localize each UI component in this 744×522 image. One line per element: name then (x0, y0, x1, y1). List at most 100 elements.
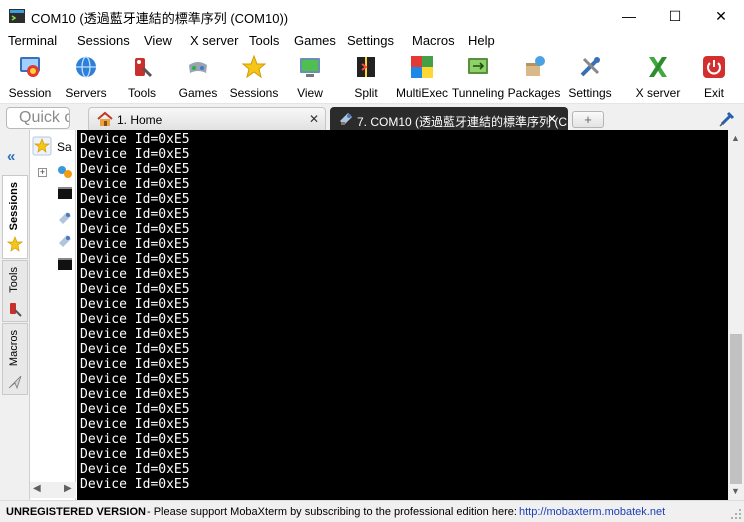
tools-icon (10, 303, 22, 317)
tree-item-user-sessions[interactable]: + (30, 163, 76, 183)
scroll-left-arrow-icon[interactable]: ◀ (33, 483, 41, 494)
serial-icon (340, 113, 352, 125)
tree-expand-toggle[interactable]: + (38, 168, 47, 177)
close-window-button[interactable]: ✕ (698, 0, 744, 32)
tools-button[interactable]: Tools (120, 52, 164, 100)
split-button[interactable]: Split (344, 52, 388, 100)
multiexec-button[interactable]: MultiExec (396, 52, 448, 100)
x-server-button[interactable]: X server (632, 52, 684, 100)
terminal-session-icon (58, 187, 72, 199)
terminal-line: Device Id=0xE5 (80, 342, 190, 357)
tab-com10-close-button[interactable]: ✕ (547, 112, 557, 126)
scroll-down-arrow-icon[interactable]: ▼ (731, 486, 740, 496)
tab-home[interactable]: 1. Home ✕ (88, 107, 326, 130)
terminal-line: Device Id=0xE5 (80, 192, 190, 207)
saved-sessions-star-icon (32, 136, 52, 156)
menu-macros[interactable]: Macros (412, 33, 455, 48)
exit-icon (703, 56, 725, 78)
tab-bar: Quick c 1. Home ✕ 7. COM10 (透過藍牙連結的標準序列 … (0, 104, 744, 130)
menu-sessions[interactable]: Sessions (77, 33, 130, 48)
terminal-line: Device Id=0xE5 (80, 207, 190, 222)
sidebar-horizontal-scrollbar[interactable]: ◀ ▶ (30, 482, 76, 498)
side-tab-strip: « Sessions Tools Macros (0, 130, 30, 500)
scrollbar-thumb[interactable] (730, 334, 742, 484)
servers-button[interactable]: Servers (64, 52, 108, 100)
menu-x-server[interactable]: X server (190, 33, 238, 48)
terminal-line: Device Id=0xE5 (80, 252, 190, 267)
mobatek-link[interactable]: http://mobaxterm.mobatek.net (519, 506, 665, 518)
menu-terminal[interactable]: Terminal (8, 33, 57, 48)
tree-item-serial-session-1[interactable] (30, 209, 76, 229)
terminal-vertical-scrollbar[interactable]: ▲ ▼ (728, 130, 744, 500)
collapse-sidebar-button[interactable]: « (7, 148, 15, 165)
side-tab-macros[interactable]: Macros (2, 323, 28, 395)
star-sessions-icon (241, 54, 267, 79)
menu-view[interactable]: View (144, 33, 172, 48)
terminal-line: Device Id=0xE5 (80, 447, 190, 462)
title-bar: COM10 (透過藍牙連結的標準序列 (COM10)) — ☐ ✕ (0, 0, 744, 32)
packages-button[interactable]: Packages (508, 52, 560, 100)
scroll-up-arrow-icon[interactable]: ▲ (731, 133, 740, 143)
terminal-line: Device Id=0xE5 (80, 372, 190, 387)
packages-icon (526, 56, 545, 76)
terminal-line: Device Id=0xE5 (80, 222, 190, 237)
terminal-line: Device Id=0xE5 (80, 267, 190, 282)
terminal-line: Device Id=0xE5 (80, 312, 190, 327)
scroll-right-arrow-icon[interactable]: ▶ (64, 483, 72, 494)
terminal-line: Device Id=0xE5 (80, 327, 190, 342)
x-server-icon (649, 57, 667, 77)
terminal-output[interactable]: Device Id=0xE5 Device Id=0xE5 Device Id=0x… (77, 130, 728, 500)
support-message: - Please support MobaXterm by subscribin… (147, 506, 517, 518)
star-icon (7, 236, 23, 252)
sessions-header-label: Sa (57, 140, 72, 154)
terminal-line: Device Id=0xE5 (80, 357, 190, 372)
terminal-line: Device Id=0xE5 (80, 237, 190, 252)
terminal-line: Device Id=0xE5 (80, 297, 190, 312)
tunneling-icon (468, 58, 488, 74)
tree-item-serial-session-2[interactable] (30, 232, 76, 252)
macros-icon (8, 375, 22, 390)
minimize-button[interactable]: — (606, 0, 652, 32)
menu-bar: Terminal Sessions View X server Tools Ga… (0, 32, 744, 50)
tree-item-terminal-session-2[interactable] (30, 255, 76, 275)
terminal-line: Device Id=0xE5 (80, 387, 190, 402)
resize-grip-icon[interactable] (730, 508, 742, 520)
menu-settings[interactable]: Settings (347, 33, 394, 48)
terminal-line: Device Id=0xE5 (80, 162, 190, 177)
menu-games[interactable]: Games (294, 33, 336, 48)
tab-home-close-button[interactable]: ✕ (309, 112, 319, 126)
maximize-button[interactable]: ☐ (652, 0, 698, 32)
terminal-line: Device Id=0xE5 (80, 177, 190, 192)
games-icon (189, 62, 207, 73)
terminal-line: Device Id=0xE5 (80, 417, 190, 432)
tree-item-terminal-session[interactable] (30, 184, 76, 204)
multiexec-icon (411, 56, 433, 78)
settings-button[interactable]: Settings (566, 52, 614, 100)
session-icon (20, 57, 40, 77)
session-button[interactable]: Session (8, 52, 52, 100)
quick-connect-input[interactable]: Quick c (6, 107, 70, 129)
pin-icon[interactable] (718, 110, 736, 128)
games-button[interactable]: Games (176, 52, 220, 100)
sessions-header[interactable]: Sa (30, 136, 76, 158)
menu-help[interactable]: Help (468, 33, 495, 48)
side-tab-tools[interactable]: Tools (2, 260, 28, 322)
tab-com10[interactable]: 7. COM10 (透過藍牙連結的標準序列 (COM10)) ✕ (330, 107, 568, 130)
terminal-line: Device Id=0xE5 (80, 282, 190, 297)
sessions-button[interactable]: Sessions (230, 52, 278, 100)
serial-session-icon (59, 212, 71, 224)
unregistered-label: UNREGISTERED VERSION (6, 506, 146, 518)
servers-icon (76, 56, 96, 78)
exit-button[interactable]: Exit (694, 52, 734, 100)
side-tab-sessions[interactable]: Sessions (2, 175, 28, 259)
view-button[interactable]: View (288, 52, 332, 100)
mobaxterm-app-icon (9, 9, 25, 23)
tunneling-button[interactable]: Tunneling (452, 52, 504, 100)
menu-tools[interactable]: Tools (249, 33, 279, 48)
terminal-line: Device Id=0xE5 (80, 477, 190, 492)
new-tab-button[interactable]: + (572, 111, 604, 128)
status-bar: UNREGISTERED VERSION - Please support Mo… (0, 500, 744, 522)
view-icon (300, 58, 320, 77)
settings-icon (580, 57, 600, 77)
home-icon (97, 111, 113, 126)
